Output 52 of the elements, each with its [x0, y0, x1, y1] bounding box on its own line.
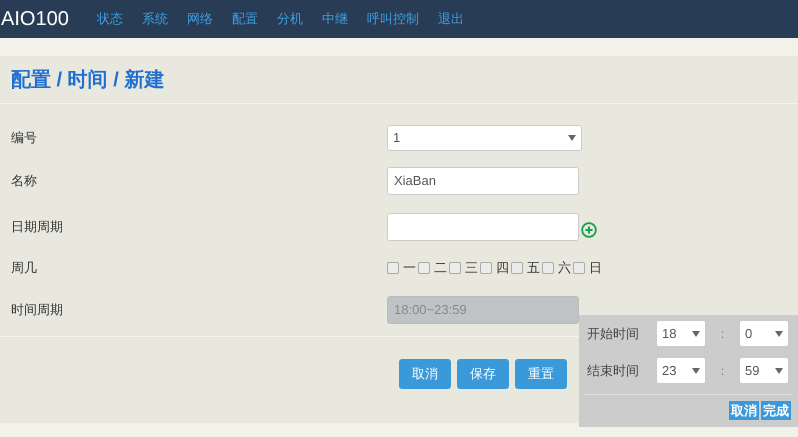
day-checkbox[interactable] — [573, 262, 585, 274]
time-separator: : — [720, 362, 726, 380]
field-label: 编号 — [11, 129, 38, 148]
brand-logo[interactable]: AIO100 — [0, 4, 97, 34]
day-checkbox[interactable] — [387, 262, 399, 274]
day-label: 六 — [558, 259, 571, 278]
day-label: 三 — [465, 259, 478, 278]
day-checkbox[interactable] — [480, 262, 492, 274]
form-button[interactable]: 重置 — [515, 359, 567, 389]
nav-link[interactable]: 分机 — [276, 9, 303, 29]
day-label: 一 — [403, 259, 416, 278]
field-label: 周几 — [11, 259, 38, 278]
hour-select[interactable]: 23 — [657, 358, 705, 383]
nav-link[interactable]: 配置 — [232, 9, 258, 29]
day-checkbox[interactable] — [418, 262, 430, 274]
add-icon[interactable] — [581, 222, 597, 238]
caret-icon — [692, 368, 700, 374]
time-period-field[interactable]: 18:00~23:59 — [387, 296, 579, 324]
number-select[interactable]: 1 — [387, 125, 582, 151]
day-checkbox[interactable] — [511, 262, 523, 274]
picker-button[interactable]: 完成 — [761, 401, 791, 420]
date-period-field[interactable] — [387, 213, 579, 241]
field-label: 日期周期 — [11, 218, 64, 236]
caret-icon — [775, 368, 783, 374]
nav-link[interactable]: 状态 — [96, 9, 123, 29]
time-label: 开始时间 — [587, 324, 640, 343]
name-field[interactable]: XiaBan — [387, 167, 579, 195]
page-heading: 配置 / 时间 / 新建 — [11, 68, 164, 92]
day-checkbox[interactable] — [542, 262, 554, 274]
caret-icon — [775, 330, 783, 336]
field-label: 时间周期 — [11, 301, 64, 320]
form-button[interactable]: 保存 — [457, 359, 509, 389]
time-label: 结束时间 — [587, 362, 640, 380]
time-separator: : — [720, 326, 726, 342]
caret-icon — [692, 330, 700, 336]
field-label: 名称 — [11, 172, 38, 190]
hour-select[interactable]: 18 — [657, 321, 705, 346]
picker-button[interactable]: 取消 — [729, 401, 759, 420]
nav-link[interactable]: 退出 — [438, 9, 464, 29]
minute-select[interactable]: 59 — [740, 358, 788, 383]
nav-link[interactable]: 系统 — [142, 9, 168, 29]
caret-icon — [568, 135, 576, 141]
day-checkbox[interactable] — [449, 262, 461, 274]
nav-link[interactable]: 中继 — [322, 9, 348, 29]
minute-select[interactable]: 0 — [740, 321, 788, 346]
day-label: 四 — [496, 259, 509, 278]
nav-link[interactable]: 呼叫控制 — [366, 9, 419, 29]
nav-link[interactable]: 网络 — [186, 9, 213, 29]
form-button[interactable]: 取消 — [399, 359, 451, 389]
day-label: 五 — [527, 259, 540, 278]
day-label: 二 — [434, 259, 447, 278]
day-label: 日 — [589, 259, 602, 278]
